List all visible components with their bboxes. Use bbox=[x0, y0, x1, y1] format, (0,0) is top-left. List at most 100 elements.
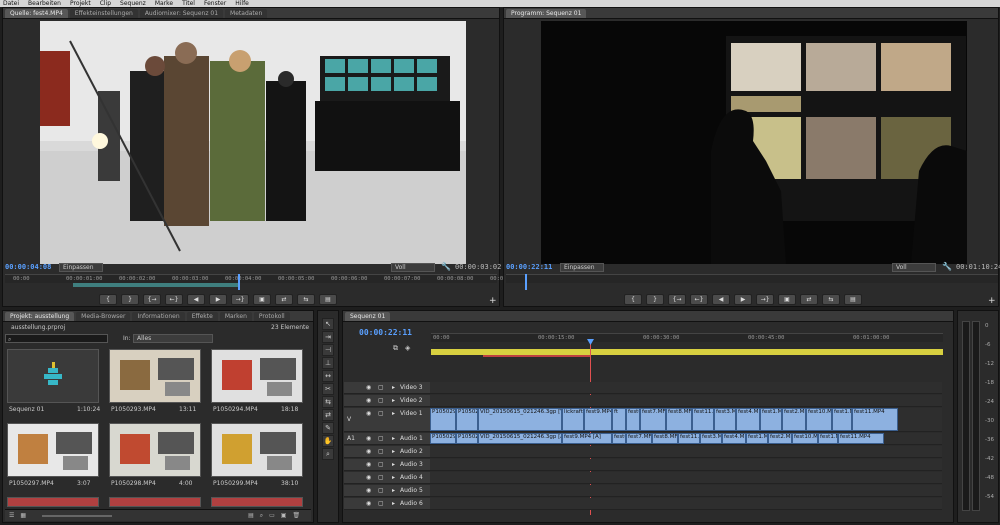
program-time-ruler[interactable] bbox=[506, 274, 998, 283]
find-icon[interactable]: ⌕ bbox=[260, 512, 263, 520]
track-header-video-2[interactable]: ◉ ▢ ▸ Video 2 bbox=[344, 395, 430, 407]
icon-view-icon[interactable]: ▦ bbox=[20, 512, 26, 519]
tab-informationen[interactable]: Informationen bbox=[132, 311, 185, 321]
transport-button[interactable]: {→ bbox=[143, 294, 161, 305]
timeline-time-ruler[interactable]: 00:00 00:00:15:00 00:00:30:00 00:00:45:00 00… bbox=[431, 333, 943, 342]
lock-icon[interactable]: ▢ bbox=[378, 384, 384, 391]
lock-icon[interactable]: ▢ bbox=[378, 410, 384, 417]
rolling-edit-tool-icon[interactable]: ⊥ bbox=[322, 357, 334, 369]
marker-icon[interactable]: ◈ bbox=[405, 344, 410, 352]
audio-clip[interactable]: fest4.M bbox=[722, 433, 746, 444]
video-clip[interactable]: ft bbox=[612, 408, 626, 431]
audio-clip[interactable]: fest6 bbox=[612, 433, 626, 444]
menu-item-clip[interactable]: Clip bbox=[100, 0, 111, 7]
program-settings-wrench-icon[interactable]: 🔧 bbox=[942, 262, 952, 271]
eye-icon[interactable]: ◉ bbox=[366, 500, 371, 507]
program-quality-dropdown[interactable]: Voll bbox=[892, 263, 936, 272]
audio-clip[interactable]: fest8.MF bbox=[652, 433, 678, 444]
eye-icon[interactable]: ◉ bbox=[366, 487, 371, 494]
menu-item-datei[interactable]: Datei bbox=[3, 0, 19, 7]
track-header-video-1[interactable]: ◉ ▢ ▸ Video 1 V bbox=[344, 408, 430, 432]
track-row-video-1[interactable]: P1050298P1050ZVID_20150615_021246.3gp [V… bbox=[430, 408, 942, 432]
audio-clip[interactable]: fest11.M bbox=[678, 433, 700, 444]
expand-triangle-icon[interactable]: ▸ bbox=[392, 397, 395, 404]
expand-triangle-icon[interactable]: ▸ bbox=[392, 384, 395, 391]
video-clip[interactable]: fest2.MF bbox=[782, 408, 806, 431]
transport-button[interactable]: →} bbox=[756, 294, 774, 305]
slide-tool-icon[interactable]: ⇄ bbox=[322, 409, 334, 421]
tab-projekt-ausstellung[interactable]: Projekt: ausstellung bbox=[5, 311, 75, 321]
bin-item-thumbnail[interactable] bbox=[7, 423, 99, 477]
track-target-label[interactable]: A1 bbox=[347, 435, 355, 442]
lock-icon[interactable]: ▢ bbox=[378, 500, 384, 507]
ripple-edit-tool-icon[interactable]: ⊣ bbox=[322, 344, 334, 356]
video-clip[interactable]: fest1.MF bbox=[832, 408, 852, 431]
transport-button[interactable]: { bbox=[624, 294, 642, 305]
video-clip[interactable]: fest11.M bbox=[692, 408, 714, 431]
track-header-audio-5[interactable]: ◉ ▢ ▸ Audio 5 bbox=[344, 485, 430, 497]
transport-button[interactable]: ▤ bbox=[319, 294, 337, 305]
audio-clip[interactable]: fest1.MF bbox=[818, 433, 838, 444]
slip-tool-icon[interactable]: ⇆ bbox=[322, 396, 334, 408]
expand-triangle-icon[interactable]: ▸ bbox=[392, 474, 395, 481]
audio-clip[interactable]: P1050298 bbox=[430, 433, 456, 444]
tab-protokoll[interactable]: Protokoll bbox=[253, 311, 290, 321]
bin-item-thumbnail[interactable] bbox=[109, 497, 201, 507]
lock-icon[interactable]: ▢ bbox=[378, 474, 384, 481]
program-current-timecode[interactable]: 00:00:22:11 bbox=[506, 263, 552, 271]
video-clip[interactable]: fest1.M bbox=[760, 408, 782, 431]
transport-button[interactable]: ⇆ bbox=[822, 294, 840, 305]
track-header-audio-4[interactable]: ◉ ▢ ▸ Audio 4 bbox=[344, 472, 430, 484]
zoom-slider[interactable] bbox=[42, 514, 113, 517]
tab-programm-sequenz-01[interactable]: Programm: Sequenz 01 bbox=[506, 8, 587, 18]
new-bin-icon[interactable]: ▭ bbox=[269, 512, 275, 519]
track-row-video-2[interactable] bbox=[430, 395, 942, 407]
transport-button[interactable]: ←} bbox=[165, 294, 183, 305]
track-header-audio-6[interactable]: ◉ ▢ ▸ Audio 6 bbox=[344, 498, 430, 510]
settings-wrench-icon[interactable]: 🔧 bbox=[441, 262, 451, 271]
track-target-label[interactable]: V bbox=[347, 416, 351, 423]
lock-icon[interactable]: ▢ bbox=[378, 487, 384, 494]
expand-triangle-icon[interactable]: ▸ bbox=[392, 500, 395, 507]
lock-icon[interactable]: ▢ bbox=[378, 397, 384, 404]
source-playhead[interactable] bbox=[238, 274, 240, 290]
video-clip[interactable]: P1050298 bbox=[430, 408, 456, 431]
source-fit-dropdown[interactable]: Einpassen bbox=[59, 263, 103, 272]
track-row-audio-2[interactable] bbox=[430, 446, 942, 458]
transport-button[interactable]: { bbox=[99, 294, 117, 305]
audio-clip[interactable]: fest7.MF bbox=[626, 433, 652, 444]
transport-button[interactable]: ▣ bbox=[778, 294, 796, 305]
track-header-audio-1[interactable]: ◉ ▢ ▸ Audio 1 A1 bbox=[344, 433, 430, 445]
tab-audiomixer-sequenz-01[interactable]: Audiomixer: Sequenz 01 bbox=[139, 8, 224, 18]
tab-media-browser[interactable]: Media-Browser bbox=[76, 311, 131, 321]
video-clip[interactable]: fest7.MF bbox=[640, 408, 666, 431]
video-clip[interactable]: fest10.M bbox=[806, 408, 832, 431]
track-row-audio-3[interactable] bbox=[430, 459, 942, 471]
program-playhead[interactable] bbox=[525, 274, 527, 290]
hand-tool-icon[interactable]: ✋ bbox=[322, 435, 334, 447]
transport-button[interactable]: ⇄ bbox=[800, 294, 818, 305]
transport-button[interactable]: } bbox=[646, 294, 664, 305]
tab-metadaten[interactable]: Metadaten bbox=[225, 8, 268, 18]
eye-icon[interactable]: ◉ bbox=[366, 435, 371, 442]
tab-marken[interactable]: Marken bbox=[219, 311, 252, 321]
sequence-icon[interactable] bbox=[7, 349, 99, 403]
lock-icon[interactable]: ▢ bbox=[378, 461, 384, 468]
video-clip[interactable]: fest11.MP4 bbox=[852, 408, 898, 431]
bin-item-thumbnail[interactable] bbox=[7, 497, 99, 507]
transport-button[interactable]: →} bbox=[231, 294, 249, 305]
track-header-audio-3[interactable]: ◉ ▢ ▸ Audio 3 bbox=[344, 459, 430, 471]
rate-stretch-tool-icon[interactable]: ↔ bbox=[322, 370, 334, 382]
bin-item-thumbnail[interactable] bbox=[211, 423, 303, 477]
menu-item-fenster[interactable]: Fenster bbox=[204, 0, 226, 7]
pen-tool-icon[interactable]: ✎ bbox=[322, 422, 334, 434]
program-add-button-plus-icon[interactable]: + bbox=[988, 296, 996, 306]
tab-sequence-01[interactable]: Sequenz 01 bbox=[345, 311, 391, 321]
menu-item-projekt[interactable]: Projekt bbox=[70, 0, 91, 7]
eye-icon[interactable]: ◉ bbox=[366, 474, 371, 481]
bin-item-thumbnail[interactable] bbox=[211, 349, 303, 403]
audio-clip[interactable]: P1050Z bbox=[456, 433, 478, 444]
tab-effekteinstellungen[interactable]: Effekteinstellungen bbox=[69, 8, 138, 18]
add-button-plus-icon[interactable]: + bbox=[489, 296, 497, 306]
track-row-audio-6[interactable] bbox=[430, 498, 942, 510]
